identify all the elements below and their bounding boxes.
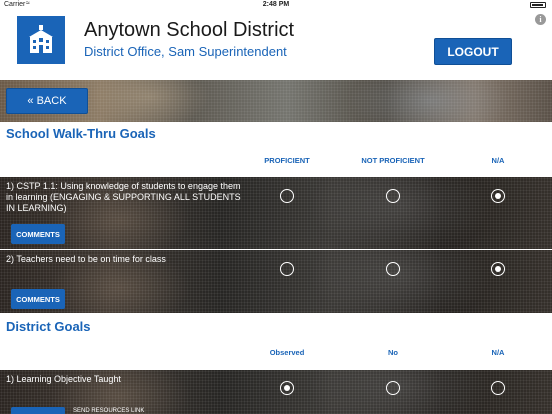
info-icon[interactable]: i xyxy=(535,14,546,25)
district-goals-title: District Goals xyxy=(6,319,91,334)
goal-text-2: 2) Teachers need to be on time for class xyxy=(6,254,166,264)
send-resources-link[interactable]: SEND RESOURCES LINK xyxy=(73,408,144,414)
col-na-district: N/A xyxy=(491,348,505,357)
status-time: 2:48 PM xyxy=(262,1,290,8)
status-bar: Carrier ≈ 2:48 PM xyxy=(0,0,552,10)
col-na: N/A xyxy=(491,156,505,165)
col-not-proficient: NOT PROFICIENT xyxy=(361,156,425,165)
radio-proficient-2[interactable] xyxy=(280,262,294,276)
radio-observed-1[interactable] xyxy=(280,381,294,395)
school-building-icon xyxy=(17,16,65,64)
district-section-header: District Goals Observed No N/A xyxy=(0,313,552,370)
app-header: Anytown School District District Office,… xyxy=(0,10,552,80)
logout-button[interactable]: LOGOUT xyxy=(434,38,512,65)
goal-text-1: 1) CSTP 1.1: Using knowledge of students… xyxy=(6,181,241,213)
walk-thru-title: School Walk-Thru Goals xyxy=(6,126,156,141)
comments-button-2[interactable]: COMMENTS xyxy=(11,289,65,309)
radio-not-proficient-2[interactable] xyxy=(386,262,400,276)
col-observed: Observed xyxy=(269,348,305,357)
col-proficient: PROFICIENT xyxy=(264,156,310,165)
district-subtitle: District Office, Sam Superintendent xyxy=(84,44,287,59)
radio-not-proficient-1[interactable] xyxy=(386,189,400,203)
back-button[interactable]: « BACK xyxy=(6,88,88,114)
district-goal-text-1: 1) Learning Objective Taught xyxy=(6,374,121,384)
radio-proficient-1[interactable] xyxy=(280,189,294,203)
col-no: No xyxy=(388,348,398,357)
radio-na-district-1[interactable] xyxy=(491,381,505,395)
district-title: Anytown School District xyxy=(84,19,295,41)
comments-button-1[interactable]: COMMENTS xyxy=(11,224,65,244)
battery-icon xyxy=(530,2,546,8)
radio-na-2[interactable] xyxy=(491,262,505,276)
walk-thru-section-header: School Walk-Thru Goals PROFICIENT NOT PR… xyxy=(0,122,552,177)
comments-button-district-1[interactable] xyxy=(11,407,65,414)
radio-no-1[interactable] xyxy=(386,381,400,395)
radio-na-1[interactable] xyxy=(491,189,505,203)
